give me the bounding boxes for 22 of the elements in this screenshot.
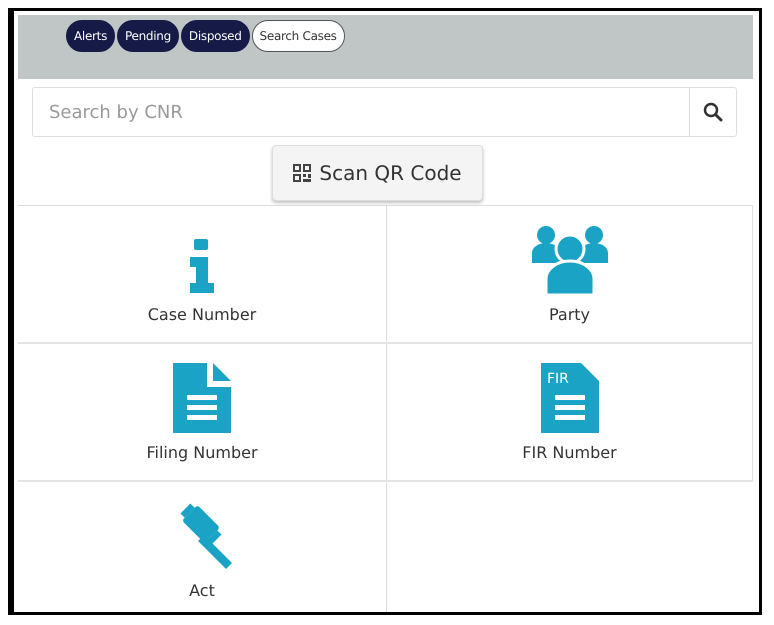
document-icon: FIR — [540, 363, 598, 433]
option-label: FIR Number — [522, 443, 617, 462]
search-option[interactable]: FIR FIR Number — [387, 344, 753, 482]
scan-qr-button[interactable]: Scan QR Code — [272, 145, 483, 201]
tab[interactable]: Disposed — [180, 20, 250, 52]
tab[interactable]: Alerts — [66, 20, 116, 52]
qr-code-icon — [293, 164, 312, 182]
search-icon — [703, 102, 723, 122]
option-label: Case Number — [148, 305, 256, 324]
option-label: Party — [548, 305, 590, 324]
option-label: Act — [189, 581, 215, 600]
search-option[interactable]: Party — [387, 206, 753, 344]
option-label: Filing Number — [146, 443, 258, 462]
search-option[interactable]: Case Number — [18, 206, 387, 344]
search-field[interactable]: Search by CNR — [32, 87, 689, 137]
tab[interactable]: Search Cases — [252, 20, 345, 52]
search-button[interactable] — [689, 87, 737, 137]
search-option[interactable]: Filing Number — [18, 344, 387, 482]
people-icon — [532, 225, 608, 295]
info-icon — [188, 239, 216, 295]
tab[interactable]: Pending — [117, 20, 179, 52]
document-icon — [173, 363, 231, 433]
